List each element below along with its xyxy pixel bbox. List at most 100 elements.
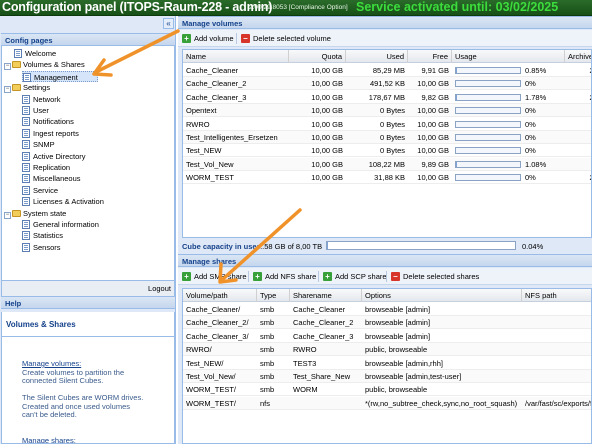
add-nfs-share-button[interactable]: + Add NFS share: [253, 270, 316, 283]
page-icon: [22, 197, 30, 207]
page-icon: [22, 220, 30, 229]
logout-link[interactable]: Logout: [148, 284, 171, 293]
tree-item-label: Licenses & Activation: [33, 197, 104, 207]
usage-bar: [455, 160, 521, 168]
tree-item-user[interactable]: User: [22, 105, 49, 116]
tree-item-ingest-reports[interactable]: Ingest reports: [22, 128, 79, 139]
collapse-toggle-icon[interactable]: −: [4, 86, 11, 94]
cell-share: Cache_Cleaner_3: [293, 331, 354, 341]
cell-type: smb: [260, 345, 275, 355]
table-row[interactable]: Opentext 10,00 GB 0 Bytes 10,00 GB 0%: [183, 104, 591, 118]
column-header-type[interactable]: Type: [257, 289, 290, 302]
usage-percent: 0.85%: [525, 66, 547, 75]
tree-item-volumes-shares[interactable]: − Volumes & Shares: [4, 59, 85, 71]
column-header-free[interactable]: Free: [408, 50, 452, 63]
tree-item-replication[interactable]: Replication: [22, 162, 70, 173]
cell-used: 178,67 MB: [368, 92, 405, 102]
table-row[interactable]: WORM_TEST 10,00 GB 31,88 KB 10,00 GB 0% 202: [183, 171, 591, 185]
cell-share: [290, 397, 362, 410]
help-divider: [2, 336, 174, 337]
tree-item-active-directory[interactable]: Active Directory: [22, 151, 86, 162]
table-row[interactable]: Cache_Cleaner_2/smb Cache_Cleaner_2 browse…: [183, 316, 591, 330]
delete-volume-button[interactable]: – Delete selected volume: [241, 32, 331, 45]
volumes-grid: NameQuotaUsedFreeUsageArchived Cache_Cle…: [182, 49, 592, 238]
column-header-name[interactable]: Name: [183, 50, 289, 63]
table-row[interactable]: RWRO/smb RWRO public, browseable: [183, 343, 591, 357]
table-row[interactable]: Cache_Cleaner 10,00 GB 85,29 MB 9,91 GB 0.85…: [183, 64, 591, 77]
cell-quota: 10,00 GB: [311, 146, 343, 156]
tree-item-network[interactable]: Network: [22, 94, 61, 105]
cell-archived: 205: [565, 64, 591, 77]
table-row[interactable]: Test_Vol_New 10,00 GB 108,22 MB 9,89 GB 1.08…: [183, 157, 591, 171]
table-row[interactable]: Test_Vol_New/smb Test_Share_New browseable…: [183, 370, 591, 383]
page-icon: [22, 117, 30, 127]
table-row[interactable]: WORM_TEST/smb WORM public, browseable: [183, 383, 591, 397]
add-scp-share-button[interactable]: + Add SCP share: [323, 270, 387, 283]
tree-item-sensors[interactable]: Sensors: [22, 242, 61, 253]
table-row[interactable]: Test_Intelligentes_Ersetzen 10,00 GB 0 Byt…: [183, 131, 591, 144]
delete-shares-button[interactable]: – Delete selected shares: [391, 270, 479, 283]
page-icon: [23, 72, 31, 82]
cell-share: Cache_Cleaner_2: [293, 318, 354, 328]
table-row[interactable]: Cache_Cleaner_3 10,00 GB 178,67 MB 9,82 GB 1…: [183, 91, 591, 104]
cell-path: Cache_Cleaner_3/: [186, 331, 249, 341]
cell-type: smb: [260, 385, 275, 395]
table-row[interactable]: Cache_Cleaner/smb Cache_Cleaner browseable…: [183, 303, 591, 316]
double-chevron-left-icon[interactable]: «: [163, 18, 174, 29]
cell-archived: [565, 158, 591, 171]
usage-bar-fill: [456, 68, 457, 73]
column-header-options[interactable]: Options: [362, 289, 522, 302]
folder-icon: [12, 84, 21, 92]
tree-item-general-information[interactable]: General information: [22, 219, 99, 230]
tree-item-licenses-activation[interactable]: Licenses & Activation: [22, 196, 104, 207]
cell-name: Cache_Cleaner_2: [186, 79, 247, 89]
table-row[interactable]: RWRO 10,00 GB 0 Bytes 10,00 GB 0%: [183, 118, 591, 131]
table-row[interactable]: Test_NEW/smb TEST3 browseable [admin,rhh]: [183, 357, 591, 370]
add-volume-button[interactable]: + Add volume: [182, 32, 234, 45]
tree-item-label: Sensors: [33, 242, 61, 252]
column-header-volume-path[interactable]: Volume/path: [183, 289, 257, 302]
cell-options: *(rw,no_subtree_check,sync,no_root_squas…: [365, 398, 518, 408]
page-icon: [22, 242, 30, 252]
table-row[interactable]: WORM_TEST/nfs *(rw,no_subtree_check,sync,…: [183, 396, 591, 410]
tree-item-welcome[interactable]: Welcome: [14, 48, 56, 59]
add-smb-share-button[interactable]: + Add SMB share: [182, 270, 247, 283]
cell-archived: 28: [565, 77, 591, 90]
cell-share: Cache_Cleaner: [293, 305, 346, 314]
collapse-toggle-icon[interactable]: −: [4, 211, 11, 219]
service-status: Service activated until: 03/02/2025: [356, 0, 559, 14]
usage-bar: [455, 80, 521, 88]
tree-item-settings[interactable]: − Settings: [4, 82, 50, 94]
usage-bar-fill: [456, 161, 457, 167]
tree-item-service[interactable]: Service: [22, 185, 58, 196]
tree-item-notifications[interactable]: Notifications: [22, 116, 74, 127]
help-link[interactable]: Manage shares:: [22, 436, 76, 443]
column-header-used[interactable]: Used: [346, 50, 408, 63]
cell-share: RWRO: [293, 345, 317, 355]
table-row[interactable]: Cache_Cleaner_3/smb Cache_Cleaner_3 browse…: [183, 330, 591, 343]
collapse-toggle-icon[interactable]: −: [4, 63, 11, 71]
cell-used: 85,29 MB: [372, 66, 405, 75]
tree-item-label: SNMP: [33, 140, 55, 150]
tree-item-statistics[interactable]: Statistics: [22, 230, 63, 241]
tree-item-system-state[interactable]: − System state: [4, 208, 66, 219]
usage-percent: 0%: [525, 146, 536, 156]
tree-item-management[interactable]: Management: [22, 70, 98, 82]
column-header-sharename[interactable]: Sharename: [290, 289, 362, 302]
tree-item-label: Ingest reports: [33, 128, 79, 138]
column-header-archived[interactable]: Archived: [565, 50, 591, 63]
column-header-nfs-path[interactable]: NFS path: [522, 289, 591, 302]
cell-nfs: [522, 316, 591, 329]
plus-icon: +: [182, 272, 191, 281]
plus-icon: +: [323, 272, 332, 281]
table-row[interactable]: Test_NEW 10,00 GB 0 Bytes 10,00 GB 0%: [183, 144, 591, 158]
cell-nfs: [522, 370, 591, 383]
table-row[interactable]: Cache_Cleaner_2 10,00 GB 491,52 KB 10,00 GB…: [183, 77, 591, 91]
tree-item-snmp[interactable]: SNMP: [22, 139, 55, 150]
minus-icon: –: [391, 272, 400, 281]
cell-path: Cache_Cleaner_2/: [186, 318, 249, 328]
tree-item-miscellaneous[interactable]: Miscellaneous: [22, 173, 81, 184]
capacity-label: Cube capacity in use:: [182, 242, 260, 251]
column-header-usage[interactable]: Usage: [452, 50, 565, 63]
column-header-quota[interactable]: Quota: [289, 50, 346, 63]
